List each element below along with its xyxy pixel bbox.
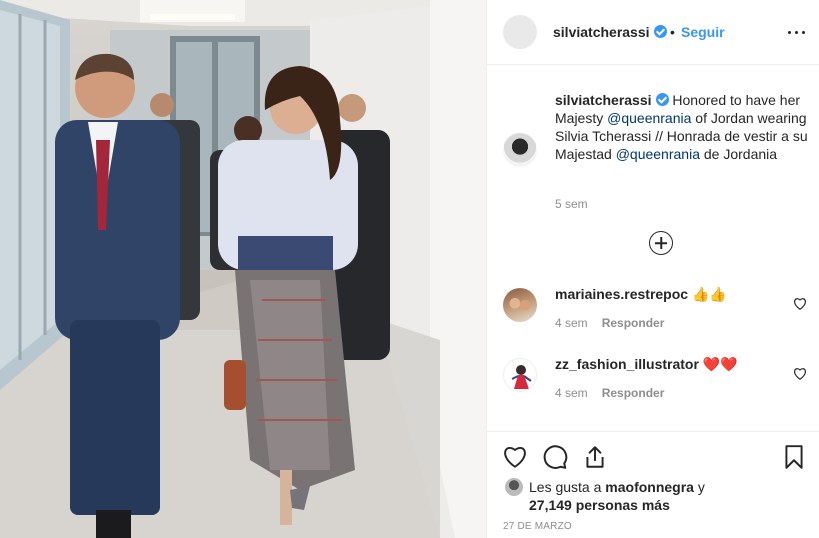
author-avatar[interactable]	[503, 15, 537, 49]
comment-avatar[interactable]	[503, 358, 537, 392]
comment-text: mariaines.restrepoc 👍👍	[555, 285, 727, 303]
verified-badge-icon	[655, 93, 669, 106]
author-username-text: silviatcherassi	[553, 24, 650, 40]
post-actions: Les gusta a maofonnegra y 27,149 persona…	[487, 431, 819, 538]
plus-circle-icon[interactable]	[649, 231, 673, 255]
heart-icon[interactable]	[502, 444, 528, 470]
comments-list[interactable]: silviatcherassi Honored to have her Maje…	[487, 65, 819, 431]
liker-avatar[interactable]	[505, 478, 523, 496]
comment-body: ❤️❤️	[698, 356, 738, 372]
likes-prefix: Les gusta a	[529, 479, 606, 495]
mention-link[interactable]: @queenrania	[607, 110, 691, 126]
author-username-link[interactable]: silviatcherassi	[553, 24, 667, 40]
caption-author-avatar[interactable]	[503, 133, 537, 167]
comment-meta: 4 sem Responder	[555, 316, 664, 330]
heart-icon[interactable]	[793, 367, 807, 381]
header-separator-dot: •	[670, 24, 675, 40]
comment-username-link[interactable]: mariaines.restrepoc	[555, 286, 688, 302]
comment-username-link[interactable]: zz_fashion_illustrator	[555, 356, 699, 372]
post-photo-illustration	[0, 0, 486, 538]
comment-timestamp[interactable]: 4 sem	[555, 316, 588, 330]
fashion-illustration-avatar-icon	[511, 365, 532, 389]
likes-text: Les gusta a maofonnegra y 27,149 persona…	[529, 478, 789, 514]
reply-button[interactable]: Responder	[602, 386, 665, 400]
mention-link[interactable]: @queenrania	[616, 146, 700, 162]
post-side-panel: silviatcherassi • Seguir silviatcherassi…	[486, 0, 819, 538]
share-icon[interactable]	[582, 444, 608, 470]
comment-text: zz_fashion_illustrator ❤️❤️	[555, 355, 738, 373]
comment-meta: 4 sem Responder	[555, 386, 664, 400]
comment-item: mariaines.restrepoc 👍👍 4 sem Responder	[487, 285, 819, 345]
likes-count-link[interactable]: 27,149 personas más	[529, 497, 670, 513]
bookmark-icon[interactable]	[781, 444, 807, 470]
heart-icon[interactable]	[793, 297, 807, 311]
caption-username-link[interactable]: silviatcherassi	[555, 92, 652, 108]
follow-button[interactable]: Seguir	[681, 24, 725, 40]
comment-bubble-icon[interactable]	[542, 444, 568, 470]
more-horizontal-icon[interactable]	[785, 20, 809, 44]
verified-badge-icon	[653, 25, 667, 38]
post-date[interactable]: 27 DE MARZO	[503, 521, 572, 532]
likes-suffix: y	[693, 479, 705, 495]
comment-body: 👍👍	[688, 286, 727, 302]
caption-text: silviatcherassi Honored to have her Maje…	[555, 91, 815, 163]
liker-username-link[interactable]: maofonnegra	[605, 479, 694, 495]
caption-timestamp[interactable]: 5 sem	[555, 197, 588, 211]
post-photo[interactable]	[0, 0, 486, 538]
comment-avatar[interactable]	[503, 288, 537, 322]
caption-text-part: de Jordania	[699, 146, 778, 162]
reply-button[interactable]: Responder	[602, 316, 665, 330]
post-header: silviatcherassi • Seguir	[487, 0, 819, 65]
comment-item: zz_fashion_illustrator ❤️❤️ 4 sem Respond…	[487, 355, 819, 415]
comment-timestamp[interactable]: 4 sem	[555, 386, 588, 400]
